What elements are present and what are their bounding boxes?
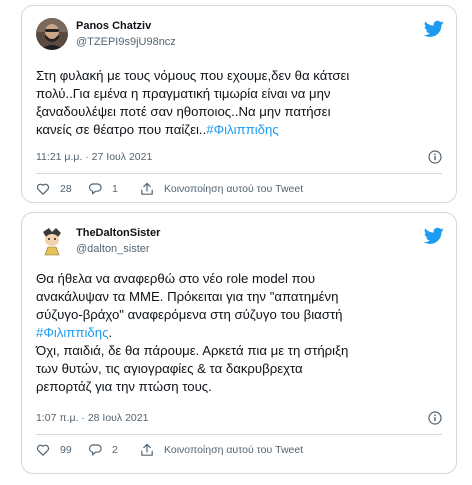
comment-bubble-icon: [89, 183, 102, 195]
like-count: 99: [60, 444, 72, 456]
tweet-header: TheDaltonSister @dalton_sister: [36, 225, 444, 265]
heart-icon: [36, 444, 50, 456]
tweet-text: Στη φυλακή με τους νόμους που εχουμε,δεν…: [36, 67, 442, 139]
tweet-text-line: ξαναδουλέψει ποτέ σαν ηθοποιος..Να μην π…: [36, 104, 331, 119]
tweet-timestamp[interactable]: 1:07 π.μ. · 28 Ιουλ 2021: [36, 412, 148, 424]
tweet-actions: 28 1 Κοινοποίηση αυτού του Tweet: [36, 182, 442, 200]
like-button[interactable]: 28: [36, 182, 72, 196]
share-upload-icon: [141, 182, 153, 195]
hashtag-link[interactable]: #Φιλιππιδης: [206, 122, 278, 137]
twitter-bird-icon[interactable]: [424, 20, 444, 38]
tweet-text-line: κανείς σε θέατρο που παίζει..: [36, 122, 207, 137]
share-label: Κοινοποίηση αυτού του Tweet: [164, 444, 304, 456]
info-icon[interactable]: [428, 150, 442, 164]
like-count: 28: [60, 183, 72, 195]
tweet-timestamp[interactable]: 11:21 μ.μ. · 27 Ιουλ 2021: [36, 151, 152, 163]
tweet-header: Panos Chatziv @TZEPI9s9jU98ncz: [36, 18, 444, 58]
hashtag-link[interactable]: #Φιλιππιδης: [36, 325, 108, 340]
author-handle[interactable]: @dalton_sister: [76, 243, 150, 255]
tweet-text-line: πολύ..Για εμένα η πραγματική τιμωρία είν…: [36, 86, 331, 101]
author-handle[interactable]: @TZEPI9s9jU98ncz: [76, 36, 176, 48]
share-button[interactable]: Κοινοποίηση αυτού του Tweet: [140, 182, 303, 196]
heart-icon: [36, 183, 50, 195]
author-name[interactable]: Panos Chatziv: [76, 20, 151, 32]
share-upload-icon: [141, 443, 153, 456]
reply-button[interactable]: 1: [88, 182, 118, 196]
twitter-bird-icon[interactable]: [424, 227, 444, 245]
info-icon[interactable]: [428, 411, 442, 425]
tweet-card[interactable]: Panos Chatziv @TZEPI9s9jU98ncz Στη φυλακ…: [21, 5, 457, 203]
reply-count: 1: [112, 183, 118, 195]
reply-count: 2: [112, 444, 118, 456]
like-button[interactable]: 99: [36, 443, 72, 457]
tweet-text-punct: .: [108, 325, 113, 340]
divider: [36, 173, 442, 174]
tweet-card[interactable]: TheDaltonSister @dalton_sister Θα ήθελα …: [21, 212, 457, 474]
avatar[interactable]: [36, 225, 68, 257]
tweet-actions: 99 2 Κοινοποίηση αυτού του Tweet: [36, 443, 442, 461]
author-name[interactable]: TheDaltonSister: [76, 227, 160, 239]
share-button[interactable]: Κοινοποίηση αυτού του Tweet: [140, 443, 303, 457]
tweet-text-line: Στη φυλακή με τους νόμους που εχουμε,δεν…: [36, 68, 350, 83]
tweet-text-line: των θυτών, τις αγιογραφίες & τα δακρυβρε…: [36, 361, 303, 376]
reply-button[interactable]: 2: [88, 443, 118, 457]
tweet-text-line: ανακάλυψαν τα ΜΜΕ. Πρόκειται για την "απ…: [36, 289, 339, 304]
tweet-text-line: σύζυγο-βράχο" αναφερόμενα στη σύζυγο του…: [36, 307, 343, 322]
avatar[interactable]: [36, 18, 68, 50]
tweet-text: Θα ήθελα να αναφερθώ στο νέο role model …: [36, 270, 442, 396]
tweet-text-line: Θα ήθελα να αναφερθώ στο νέο role model …: [36, 271, 316, 286]
comment-bubble-icon: [89, 444, 102, 456]
tweet-text-line: ρεπορτάζ για την πτώση τους.: [36, 379, 212, 394]
share-label: Κοινοποίηση αυτού του Tweet: [164, 183, 304, 195]
divider: [36, 434, 442, 435]
tweet-text-line: Όχι, παιδιά, δε θα πάρουμε. Αρκετά πια μ…: [36, 343, 349, 358]
